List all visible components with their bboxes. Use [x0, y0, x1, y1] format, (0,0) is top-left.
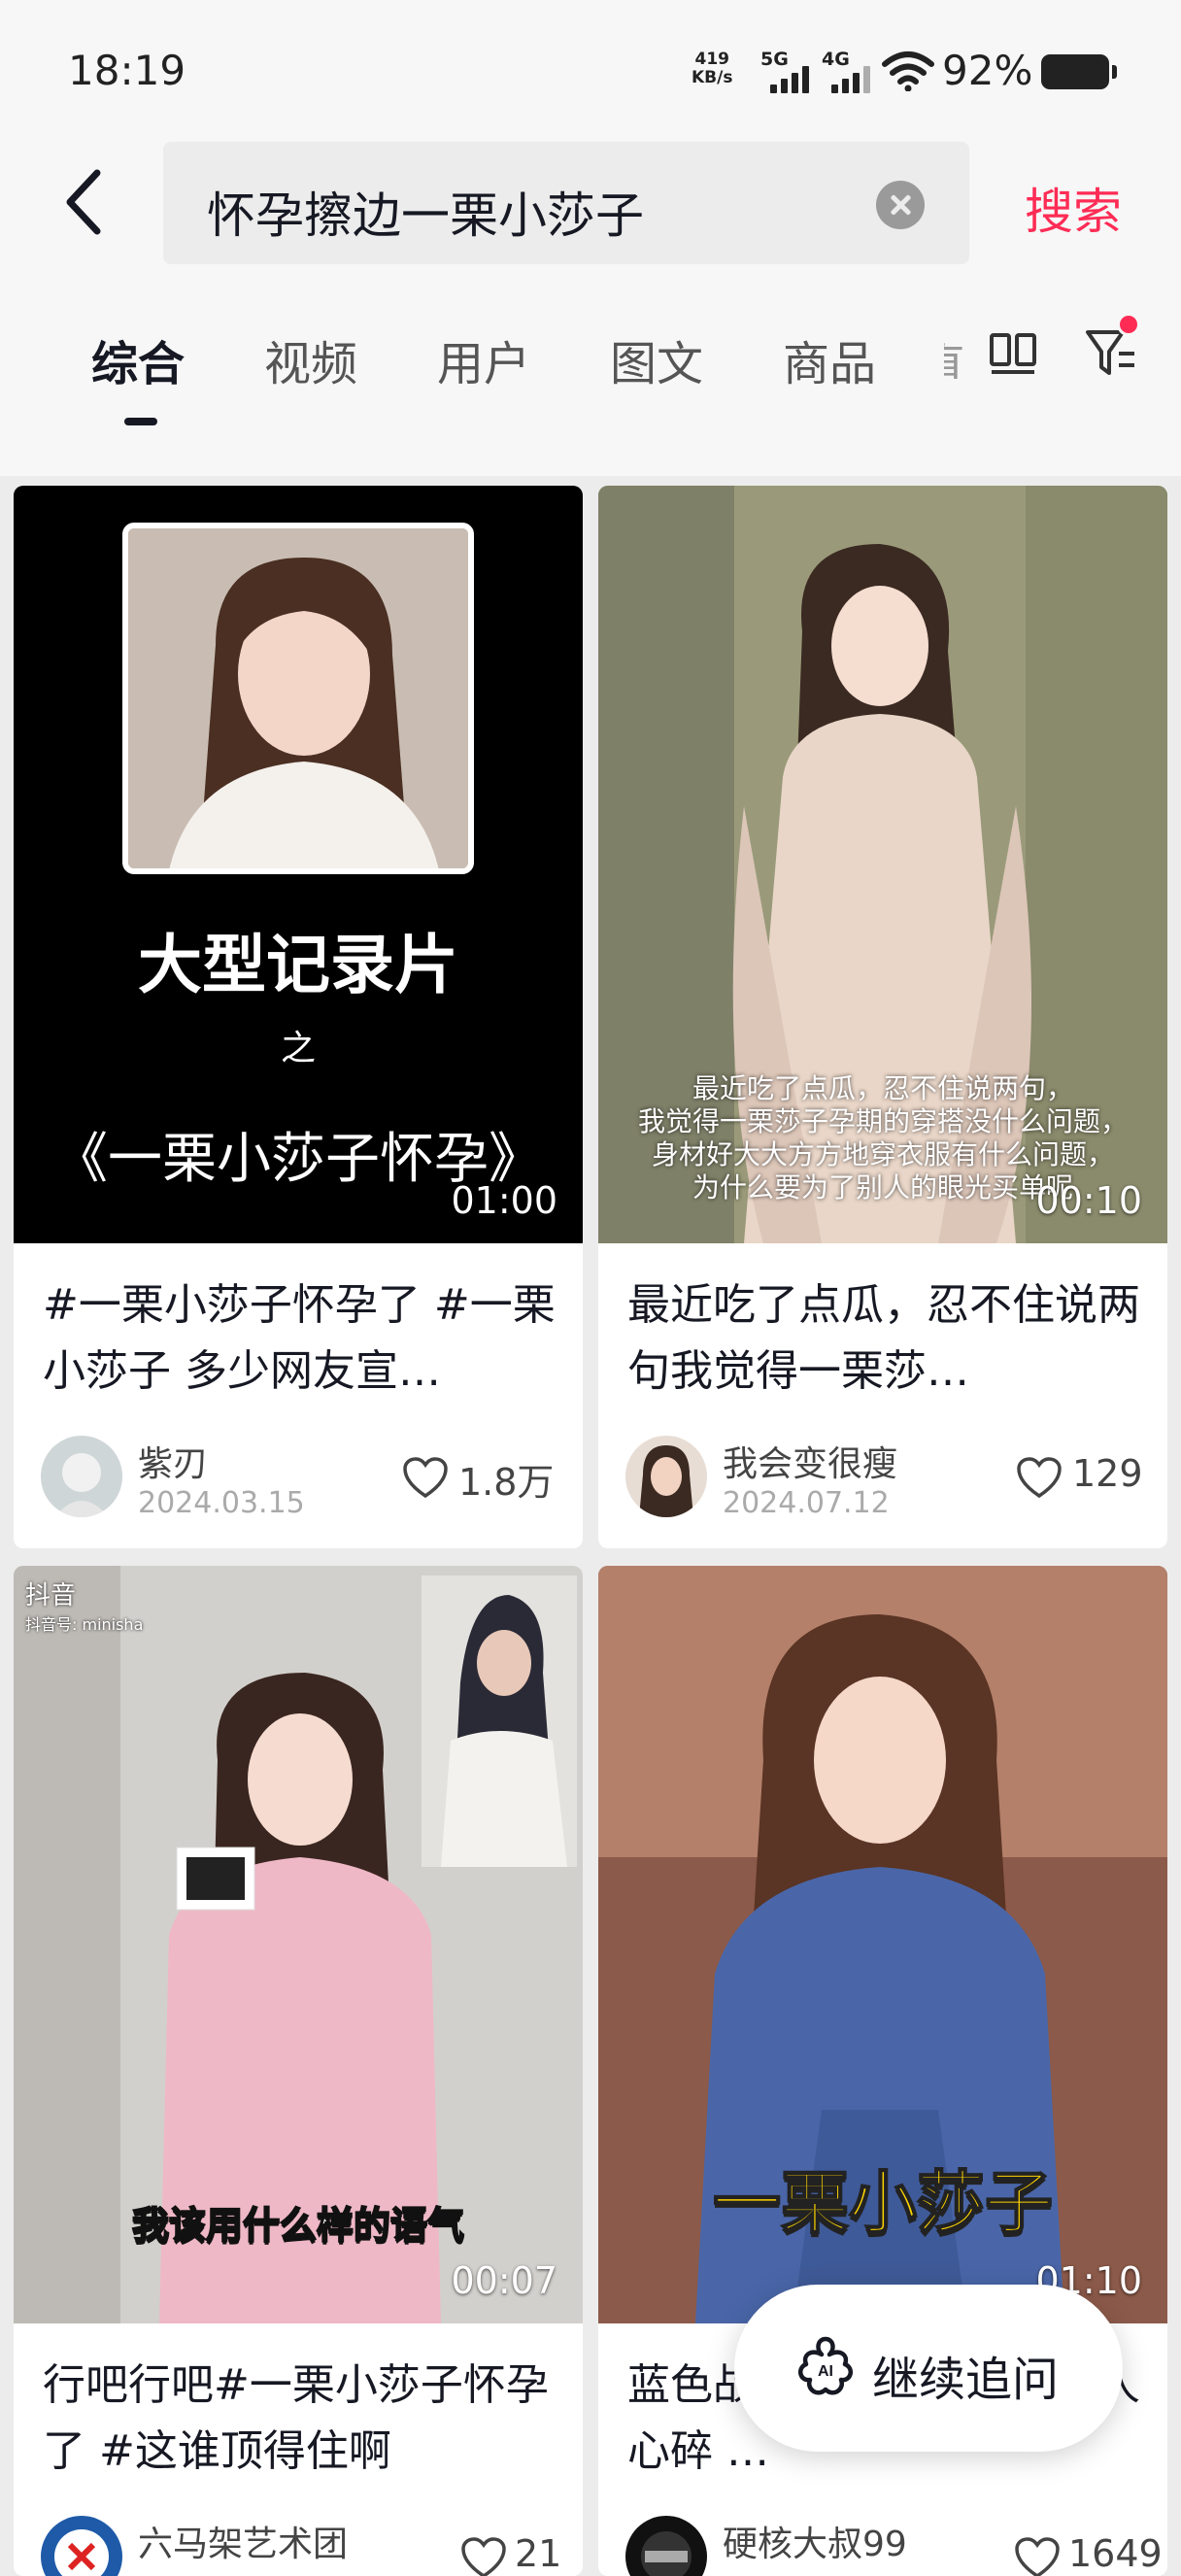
- author-name[interactable]: 我会变很瘦: [723, 1436, 897, 1486]
- author-name[interactable]: 六马架艺术团: [138, 2516, 348, 2566]
- tab-products[interactable]: 商品: [783, 325, 876, 393]
- notification-dot: [1117, 313, 1140, 336]
- status-time: 18:19: [68, 47, 186, 94]
- video-thumbnail[interactable]: 抖音 抖音号: minisha 我该用什么样的语气 00:07: [14, 1566, 583, 2323]
- search-input[interactable]: 怀孕擦边一栗小莎子: [163, 142, 969, 264]
- like-count: 1649: [1068, 2532, 1163, 2575]
- battery-percent: 92%: [942, 47, 1033, 94]
- avatar[interactable]: [41, 1436, 122, 1517]
- heart-icon[interactable]: [460, 2537, 507, 2576]
- thumb-caption: 一栗小莎子: [712, 2162, 1054, 2244]
- result-card[interactable]: 大型记录片 之 《一栗小莎子怀孕》 01:00 #一栗小莎子怀孕了 #一栗小莎子…: [14, 486, 583, 1548]
- svg-text:AI: AI: [818, 2363, 833, 2380]
- result-card[interactable]: 抖音 抖音号: minisha 我该用什么样的语气 00:07 行吧行吧#一栗小莎…: [14, 1566, 583, 2576]
- wifi-icon: [882, 51, 934, 91]
- duration-badge: 01:00: [451, 1179, 557, 1222]
- overlay-line: 最近吃了点瓜，忍不住说两句，: [692, 1072, 1073, 1104]
- like-count: 1.8万: [458, 1461, 555, 1504]
- overlay-line: 身材好大大方方地穿衣服有什么问题，: [651, 1138, 1114, 1170]
- video-thumbnail[interactable]: 一栗小莎子 01:10: [598, 1566, 1167, 2323]
- post-date: 2024.07.12: [723, 1486, 890, 1520]
- video-thumbnail[interactable]: 最近吃了点瓜，忍不住说两句， 我觉得一栗莎子孕期的穿搭没什么问题， 身材好大大方…: [598, 486, 1167, 1243]
- author-name[interactable]: 紫刃: [138, 1436, 208, 1486]
- tab-indicator: [124, 418, 157, 425]
- thumb-subtitle: 之: [280, 1029, 316, 1068]
- clear-icon[interactable]: [876, 181, 925, 229]
- battery-icon: [1041, 54, 1117, 89]
- like-count: 21: [515, 2532, 562, 2575]
- thumb-title: 大型记录片: [138, 928, 458, 1002]
- ai-icon: AI: [797, 2336, 854, 2395]
- card-title[interactable]: 行吧行吧#一栗小莎子怀孕了 #这谁顶得住啊: [43, 2353, 557, 2485]
- status-bar: 18:19 419 KB/s 5G 4G 92%: [0, 0, 1181, 141]
- continue-ask-button[interactable]: AI 继续追问: [734, 2285, 1123, 2452]
- post-date: 2024.03.15: [138, 1486, 305, 1520]
- thumb-caption: 我该用什么样的语气: [131, 2203, 465, 2248]
- avatar[interactable]: [41, 2516, 122, 2576]
- back-arrow-icon[interactable]: [60, 163, 118, 241]
- search-query[interactable]: 怀孕擦边一栗小莎子: [207, 177, 644, 247]
- douyin-watermark: 抖音 抖音号: minisha: [25, 1581, 144, 1634]
- tab-video[interactable]: 视频: [264, 325, 357, 393]
- video-thumbnail[interactable]: 大型记录片 之 《一栗小莎子怀孕》 01:00: [14, 486, 583, 1243]
- card-title[interactable]: 最近吃了点瓜，忍不住说两句我觉得一栗莎…: [627, 1272, 1142, 1405]
- card-title[interactable]: #一栗小莎子怀孕了 #一栗小莎子 多少网友宣…: [43, 1272, 557, 1405]
- net-speed: 419 KB/s: [692, 50, 733, 87]
- tab-users[interactable]: 用户: [437, 325, 530, 393]
- continue-ask-label: 继续追问: [872, 2353, 1060, 2407]
- author-name[interactable]: 硬核大叔99: [723, 2516, 907, 2566]
- duration-badge: 00:10: [1035, 1179, 1142, 1222]
- portrait-image: [122, 523, 474, 874]
- tab-image-text[interactable]: 图文: [610, 325, 703, 393]
- heart-icon[interactable]: [1016, 1457, 1063, 1500]
- search-button[interactable]: 搜索: [1025, 173, 1122, 243]
- avatar[interactable]: [625, 2516, 707, 2576]
- like-count: 129: [1072, 1452, 1143, 1495]
- layout-toggle-icon[interactable]: [989, 332, 1037, 375]
- heart-icon[interactable]: [1014, 2537, 1061, 2576]
- duration-badge: 00:07: [451, 2259, 557, 2302]
- overlay-line: 我觉得一栗莎子孕期的穿搭没什么问题，: [637, 1105, 1128, 1137]
- tab-partial[interactable]: 直: [944, 330, 967, 379]
- result-card[interactable]: 最近吃了点瓜，忍不住说两句， 我觉得一栗莎子孕期的穿搭没什么问题， 身材好大大方…: [598, 486, 1167, 1548]
- avatar[interactable]: [625, 1436, 707, 1517]
- tab-comprehensive[interactable]: 综合: [91, 325, 185, 393]
- heart-icon[interactable]: [402, 1457, 449, 1500]
